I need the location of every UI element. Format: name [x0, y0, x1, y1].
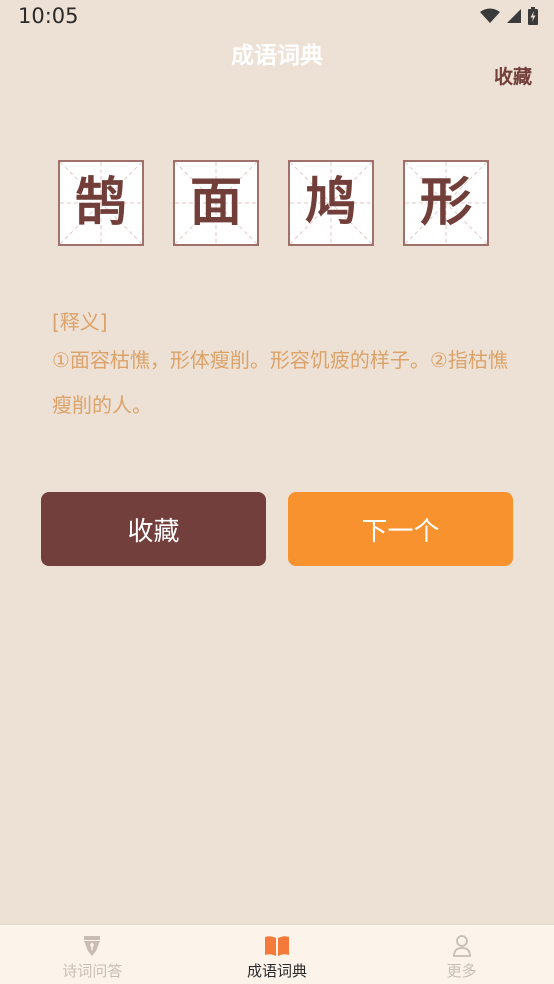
- status-time: 10:05: [18, 4, 79, 28]
- page-title: 成语词典: [231, 43, 323, 69]
- favorites-link[interactable]: 收藏: [494, 62, 532, 89]
- idiom-characters: 鹄 面 鸠 形: [58, 160, 489, 246]
- next-button[interactable]: 下一个: [288, 492, 513, 566]
- definition: [释义] ①面容枯憔，形体瘦削。形容饥疲的样子。②指枯憔瘦削的人。: [52, 306, 510, 428]
- bottom-tab-bar: 诗词问答 成语词典 更多: [0, 924, 554, 984]
- idiom-char: 鹄: [74, 173, 127, 233]
- definition-label: [释义]: [52, 310, 108, 334]
- char-cell: 鸠: [288, 160, 374, 246]
- idiom-char: 鸠: [304, 173, 357, 233]
- tab-label: 更多: [446, 962, 477, 980]
- book-icon: [264, 934, 290, 958]
- definition-text: ①面容枯憔，形体瘦削。形容饥疲的样子。②指枯憔瘦削的人。: [52, 348, 508, 417]
- favorite-button[interactable]: 收藏: [41, 492, 266, 566]
- char-cell: 鹄: [58, 160, 144, 246]
- cellular-signal-icon: [507, 9, 521, 23]
- idiom-char: 面: [189, 173, 242, 233]
- tab-poetry-quiz[interactable]: 诗词问答: [0, 925, 185, 984]
- status-icons: [480, 7, 538, 25]
- tab-label: 诗词问答: [62, 962, 123, 980]
- char-cell: 形: [403, 160, 489, 246]
- tab-idiom-dictionary[interactable]: 成语词典: [185, 925, 370, 984]
- char-cell: 面: [173, 160, 259, 246]
- battery-icon: [528, 7, 538, 25]
- tab-label: 成语词典: [247, 962, 308, 980]
- idiom-char: 形: [419, 173, 472, 233]
- pen-nib-icon: [79, 934, 105, 958]
- wifi-icon: [480, 8, 500, 23]
- user-icon: [449, 934, 475, 958]
- status-bar: 10:05: [0, 0, 554, 34]
- tab-more[interactable]: 更多: [369, 925, 554, 984]
